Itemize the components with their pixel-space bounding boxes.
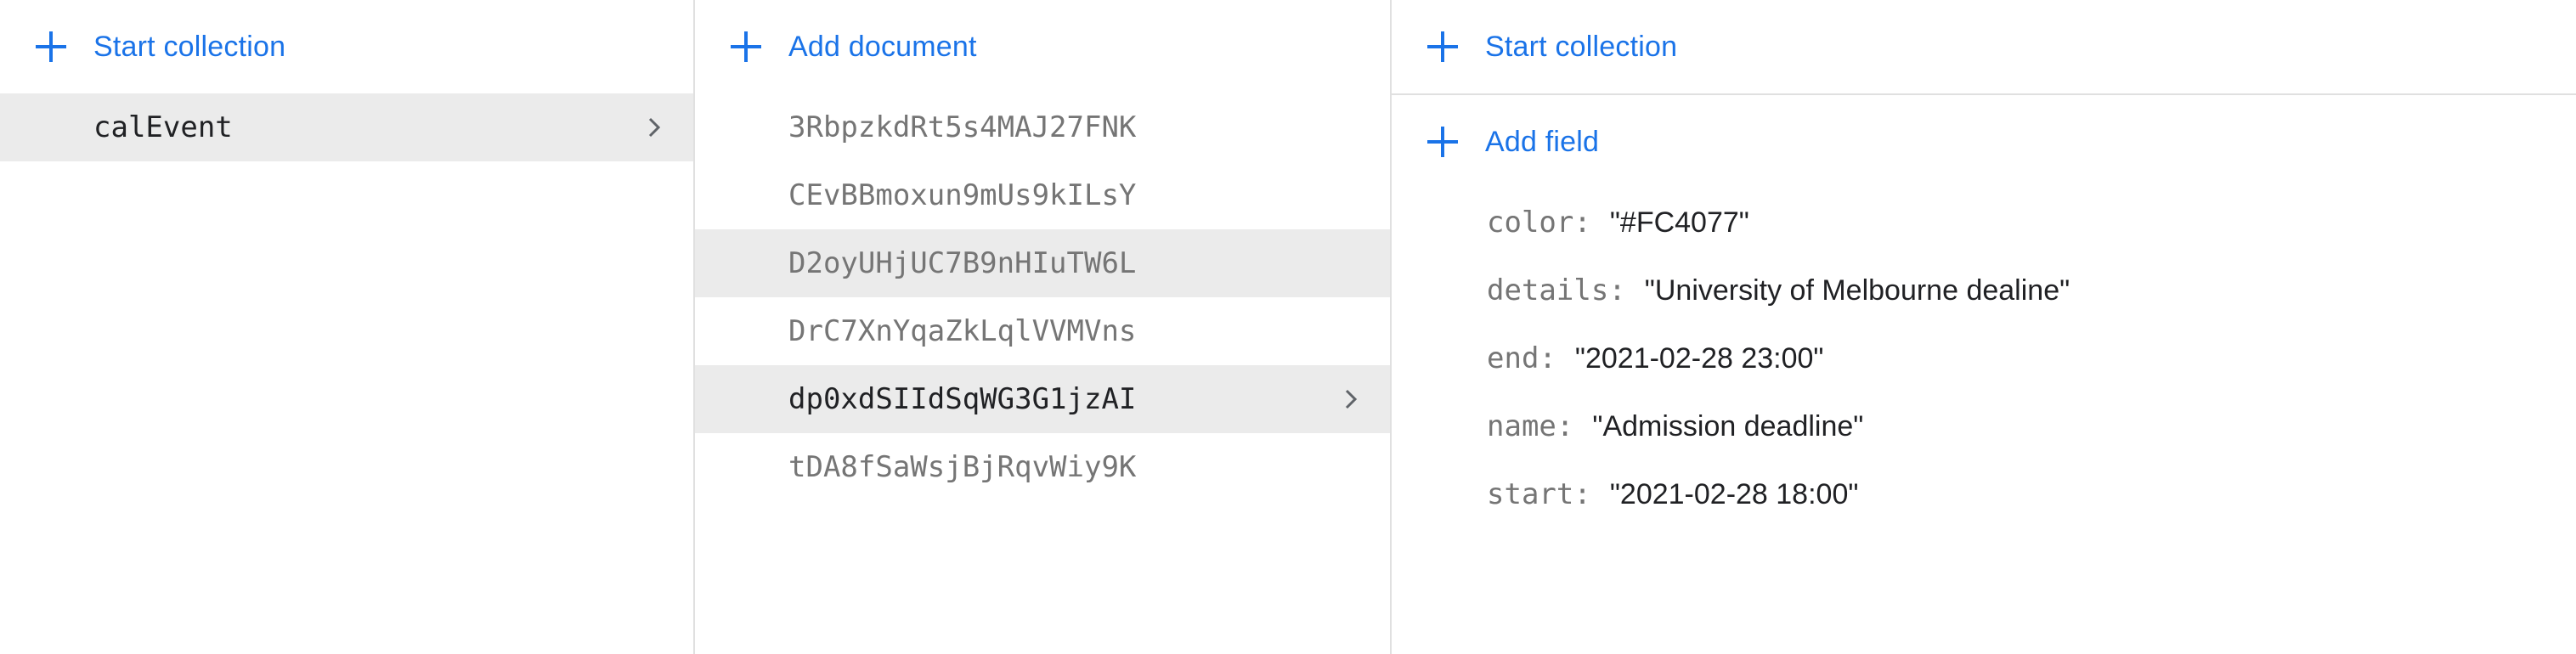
field-value: "Admission deadline" [1592, 409, 1864, 443]
start-subcollection-label: Start collection [1485, 30, 1678, 63]
plus-icon [1426, 125, 1460, 159]
plus-icon [729, 30, 763, 64]
document-id: dp0xdSIIdSqWG3G1jzAI [788, 382, 1137, 416]
field-key: name [1487, 409, 1556, 443]
document-item[interactable]: 3RbpzkdRt5s4MAJ27FNK [695, 93, 1390, 161]
document-item[interactable]: CEvBBmoxun9mUs9kILsY [695, 161, 1390, 229]
fields-panel: Start collection Add field color: "#FC40… [1392, 0, 2576, 654]
document-item[interactable]: DrC7XnYqaZkLqlVVMVns [695, 297, 1390, 365]
start-subcollection-button[interactable]: Start collection [1392, 0, 2576, 93]
field-row-name[interactable]: name: "Admission deadline" [1392, 392, 2576, 460]
field-key: details [1487, 273, 1609, 307]
field-row-details[interactable]: details: "University of Melbourne dealin… [1392, 257, 2576, 324]
chevron-right-icon [1345, 389, 1358, 409]
field-area: Add field color: "#FC4077" details: "Uni… [1392, 95, 2576, 528]
document-id: tDA8fSaWsjBjRqvWiy9K [788, 450, 1137, 484]
plus-icon [34, 30, 68, 64]
collection-item-label: calEvent [93, 110, 233, 144]
field-separator: : [1539, 341, 1556, 375]
add-document-button[interactable]: Add document [695, 0, 1390, 93]
add-document-label: Add document [788, 30, 977, 63]
field-value: "2021-02-28 23:00" [1574, 341, 1824, 375]
field-separator: : [1556, 409, 1574, 443]
document-id: DrC7XnYqaZkLqlVVMVns [788, 314, 1137, 348]
add-field-button[interactable]: Add field [1392, 95, 2576, 189]
add-field-label: Add field [1485, 125, 1600, 158]
documents-panel: Add document 3RbpzkdRt5s4MAJ27FNK CEvBBm… [695, 0, 1392, 654]
start-collection-label: Start collection [93, 30, 286, 63]
field-row-end[interactable]: end: "2021-02-28 23:00" [1392, 324, 2576, 392]
collection-item-calevent[interactable]: calEvent [0, 93, 693, 161]
field-value: "University of Melbourne dealine" [1644, 273, 2070, 307]
collections-panel: Start collection calEvent [0, 0, 695, 654]
document-id: D2oyUHjUC7B9nHIuTW6L [788, 246, 1137, 280]
field-separator: : [1608, 273, 1626, 307]
field-key: end [1487, 341, 1539, 375]
document-id: CEvBBmoxun9mUs9kILsY [788, 178, 1137, 212]
plus-icon [1426, 30, 1460, 64]
field-value: "#FC4077" [1609, 206, 1749, 239]
document-item[interactable]: tDA8fSaWsjBjRqvWiy9K [695, 433, 1390, 501]
field-separator: : [1573, 477, 1591, 511]
document-item-selected[interactable]: dp0xdSIIdSqWG3G1jzAI [695, 365, 1390, 433]
field-row-color[interactable]: color: "#FC4077" [1392, 189, 2576, 257]
document-id: 3RbpzkdRt5s4MAJ27FNK [788, 110, 1137, 144]
start-collection-button[interactable]: Start collection [0, 0, 693, 93]
collection-list: calEvent [0, 93, 693, 161]
document-list: 3RbpzkdRt5s4MAJ27FNK CEvBBmoxun9mUs9kILs… [695, 93, 1390, 501]
document-item[interactable]: D2oyUHjUC7B9nHIuTW6L [695, 229, 1390, 297]
field-value: "2021-02-28 18:00" [1609, 477, 1859, 510]
field-row-start[interactable]: start: "2021-02-28 18:00" [1392, 460, 2576, 528]
field-key: color [1487, 206, 1574, 240]
chevron-right-icon [648, 117, 661, 138]
field-key: start [1487, 477, 1574, 511]
field-separator: : [1573, 206, 1591, 240]
